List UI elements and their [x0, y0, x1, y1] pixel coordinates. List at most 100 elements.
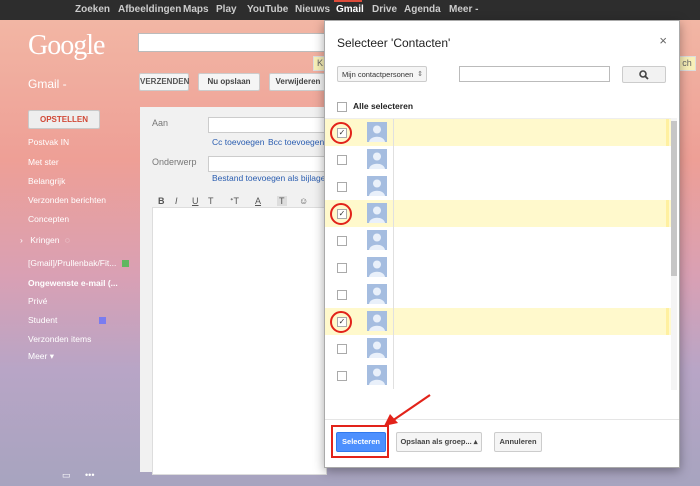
contact-row[interactable]: ✓ [325, 119, 671, 146]
more-dots-icon[interactable]: ••• [85, 470, 94, 480]
select-button-highlight [331, 425, 389, 458]
gmail-menu[interactable]: Gmail - [28, 77, 67, 91]
contact-row[interactable] [325, 254, 671, 281]
selected-row-marker [666, 200, 669, 227]
row-divider [393, 308, 394, 335]
subject-field[interactable] [208, 156, 327, 172]
dialog-footer-divider [325, 419, 679, 420]
nav-gmail[interactable]: Gmail [336, 0, 364, 20]
close-icon[interactable]: × [659, 33, 667, 48]
contact-avatar-icon [367, 203, 387, 223]
contact-row[interactable] [325, 227, 671, 254]
nav-youtube[interactable]: YouTube [247, 0, 288, 20]
mail-search-input[interactable] [138, 33, 330, 52]
cancel-button[interactable]: Annuleren [494, 432, 542, 452]
text-color-icon[interactable]: A [255, 196, 261, 206]
contact-checkbox[interactable] [337, 290, 347, 300]
label-color-square [122, 260, 130, 268]
bottom-icons: ▭ ••• [62, 470, 94, 481]
contact-row[interactable] [325, 146, 671, 173]
search-icon [639, 70, 649, 80]
save-as-group-button[interactable]: Opslaan als groep... ▴ [396, 432, 482, 452]
underline-icon[interactable]: U [192, 196, 199, 206]
google-logo[interactable]: Google [28, 30, 105, 62]
sidebar-item-more[interactable]: Meer ▾ [28, 351, 54, 362]
save-now-button[interactable]: Nu opslaan [198, 73, 260, 91]
bold-icon[interactable]: B [158, 196, 165, 206]
contact-row[interactable] [325, 362, 671, 389]
to-field[interactable] [208, 117, 327, 133]
circles-icon: ◌ [64, 235, 70, 245]
label-color-square [99, 317, 107, 325]
nav-nieuws[interactable]: Nieuws [295, 0, 330, 20]
emoji-icon[interactable]: ☺ [299, 196, 308, 206]
contact-checkbox[interactable] [337, 371, 347, 381]
sidebar-item-drafts[interactable]: Concepten [28, 214, 69, 224]
send-button[interactable]: VERZENDEN [139, 73, 189, 91]
font-icon[interactable]: T [208, 196, 214, 206]
sidebar-item-important[interactable]: Belangrijk [28, 176, 65, 186]
sidebar-item-spam[interactable]: Ongewenste e-mail (... [28, 278, 118, 288]
nav-meer[interactable]: Meer - [449, 0, 478, 20]
contact-checkbox[interactable] [337, 236, 347, 246]
checkbox-highlight-circle [330, 122, 352, 144]
message-body-editor[interactable] [152, 207, 327, 475]
row-divider [393, 362, 394, 389]
nav-zoeken[interactable]: Zoeken [75, 0, 110, 20]
sidebar-item-circles-label: Kringen [30, 235, 60, 245]
contact-avatar-icon [367, 311, 387, 331]
contact-row[interactable]: ✓ [325, 200, 671, 227]
sidebar-item-inbox[interactable]: Postvak IN [28, 137, 69, 147]
contact-search-button[interactable] [622, 66, 666, 83]
to-label: Aan [152, 118, 169, 128]
contact-row[interactable]: ✓ [325, 308, 671, 335]
contact-list: ✓ ✓ ✓ [325, 118, 671, 391]
italic-icon[interactable]: I [175, 196, 178, 206]
nav-maps[interactable]: Maps [183, 0, 209, 20]
row-divider [393, 146, 394, 173]
sidebar-item-more-label: Meer [28, 351, 48, 361]
contact-row[interactable] [325, 335, 671, 362]
add-bcc-link[interactable]: Bcc toevoegen [268, 137, 324, 147]
contact-row[interactable] [325, 281, 671, 308]
contact-group-select-value: Mijn contactpersonen [342, 70, 414, 79]
nav-drive[interactable]: Drive [372, 0, 397, 20]
contact-checkbox[interactable] [337, 182, 347, 192]
contact-group-select[interactable]: Mijn contactpersonen ⇕ [337, 66, 427, 82]
sidebar-item-prive[interactable]: Privé [28, 296, 47, 306]
expand-arrow-icon[interactable]: › [20, 235, 23, 245]
row-divider [393, 119, 394, 146]
chat-icon[interactable]: ▭ [62, 470, 71, 480]
sidebar-item-student[interactable]: Student [28, 315, 107, 325]
contact-avatar-icon [367, 365, 387, 385]
nav-play[interactable]: Play [216, 0, 237, 20]
sidebar-item-student-label: Student [28, 315, 58, 325]
sidebar-item-circles[interactable]: › Kringen ◌ [20, 235, 70, 245]
contact-avatar-icon [367, 338, 387, 358]
nav-afbeeldingen[interactable]: Afbeeldingen [118, 0, 181, 20]
compose-button[interactable]: OPSTELLEN [28, 110, 100, 129]
annotation-arrow-icon [384, 394, 431, 426]
sidebar-item-sent[interactable]: Verzonden berichten [28, 195, 106, 205]
nav-agenda[interactable]: Agenda [404, 0, 441, 20]
attach-file-link[interactable]: Bestand toevoegen als bijlage [212, 173, 325, 183]
select-all-label[interactable]: Alle selecteren [353, 101, 413, 111]
delete-button[interactable]: Verwijderen [269, 73, 327, 91]
contact-row[interactable] [325, 173, 671, 200]
select-contacts-dialog: Selecteer 'Contacten' × Mijn contactpers… [324, 20, 680, 468]
contact-checkbox[interactable] [337, 263, 347, 273]
contact-checkbox[interactable] [337, 344, 347, 354]
contact-search-input[interactable] [459, 66, 610, 82]
highlight-color-icon[interactable]: T [277, 196, 287, 206]
sidebar-item-starred[interactable]: Met ster [28, 157, 59, 167]
contact-avatar-icon [367, 257, 387, 277]
font-size-icon[interactable]: ᐩT [230, 196, 239, 207]
add-cc-link[interactable]: Cc toevoegen [212, 137, 264, 147]
contact-checkbox[interactable] [337, 155, 347, 165]
select-all-checkbox[interactable] [337, 102, 347, 112]
scrollbar-thumb[interactable] [671, 121, 677, 276]
selected-row-marker [666, 308, 669, 335]
sidebar-item-sent-items[interactable]: Verzonden items [28, 334, 91, 344]
sidebar-item-gmail-trash[interactable]: [Gmail]/Prullenbak/Fit... [28, 258, 130, 268]
updown-arrow-icon: ⇕ [417, 71, 423, 78]
